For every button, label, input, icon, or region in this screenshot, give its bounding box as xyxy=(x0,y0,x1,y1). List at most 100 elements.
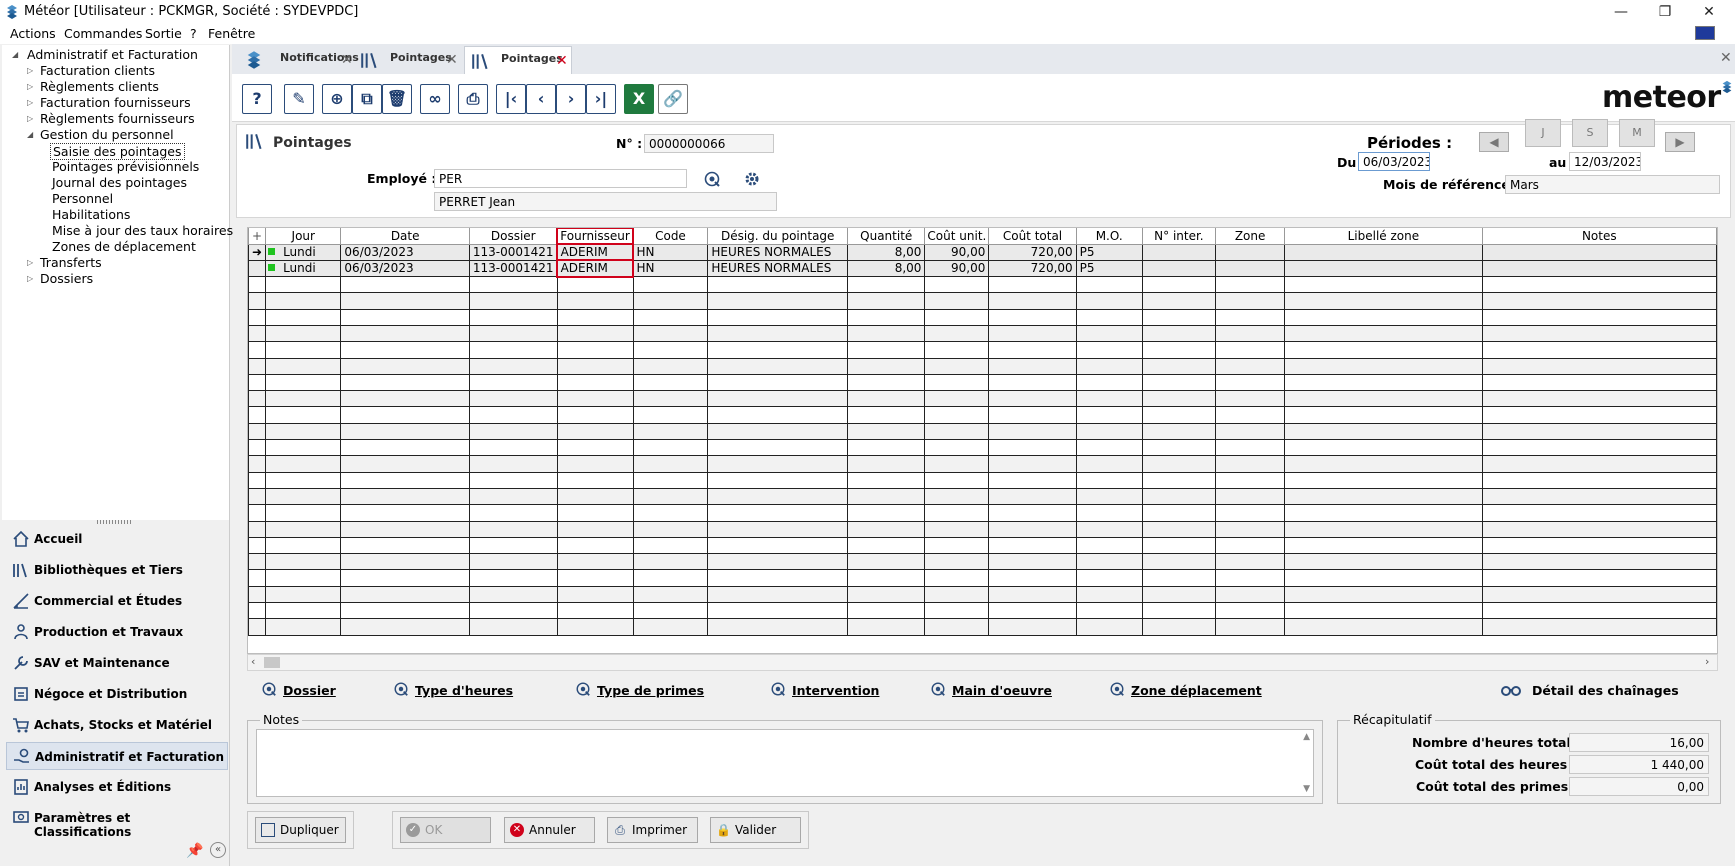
table-cell[interactable] xyxy=(988,374,1077,392)
table-cell[interactable] xyxy=(632,472,709,489)
table-cell[interactable] xyxy=(924,569,990,587)
table-cell[interactable] xyxy=(556,472,634,489)
nav-analyses[interactable]: Analyses et Éditions xyxy=(6,773,228,801)
table-cell[interactable] xyxy=(468,374,558,392)
table-cell[interactable] xyxy=(847,618,926,636)
table-cell[interactable] xyxy=(265,325,342,343)
annuler-button[interactable]: ✕ Annuler xyxy=(504,817,595,843)
table-cell[interactable] xyxy=(1215,276,1286,294)
table-cell[interactable] xyxy=(468,586,558,604)
table-cell[interactable] xyxy=(265,504,342,522)
table-cell[interactable] xyxy=(265,390,342,408)
table-cell[interactable] xyxy=(1075,618,1143,636)
table-cell[interactable] xyxy=(468,553,558,571)
table-cell[interactable] xyxy=(1481,260,1717,278)
table-cell[interactable] xyxy=(1284,292,1483,310)
row-selector[interactable] xyxy=(248,390,267,408)
table-cell[interactable] xyxy=(340,537,470,555)
table-cell[interactable] xyxy=(265,618,342,636)
row-selector[interactable] xyxy=(248,309,267,326)
row-selector[interactable] xyxy=(248,341,267,359)
row-selector[interactable] xyxy=(248,488,267,506)
table-cell[interactable] xyxy=(924,406,990,424)
table-cell[interactable] xyxy=(1075,276,1143,294)
table-cell[interactable] xyxy=(1075,569,1143,587)
table-cell[interactable] xyxy=(1215,260,1286,278)
table-cell[interactable] xyxy=(1141,455,1217,473)
last-record-button[interactable]: ›| xyxy=(586,84,616,114)
table-cell[interactable] xyxy=(924,488,990,506)
table-cell[interactable] xyxy=(988,472,1077,489)
table-cell[interactable] xyxy=(340,602,470,620)
collapse-triangle-icon[interactable]: ◢ xyxy=(12,50,18,59)
table-cell[interactable] xyxy=(924,553,990,571)
table-cell[interactable] xyxy=(556,423,634,441)
table-cell[interactable] xyxy=(632,406,709,424)
table-cell[interactable] xyxy=(1284,439,1483,457)
col-header[interactable]: Zone xyxy=(1215,228,1286,245)
table-cell[interactable] xyxy=(707,553,849,571)
date-debut-field[interactable]: 06/03/2023 xyxy=(1358,152,1430,171)
table-cell[interactable] xyxy=(707,292,849,310)
link-type-heures[interactable]: Type d'heures xyxy=(394,682,513,698)
table-cell[interactable] xyxy=(1481,569,1717,587)
table-cell[interactable] xyxy=(265,537,342,555)
table-cell[interactable] xyxy=(924,341,990,359)
table-cell[interactable] xyxy=(468,504,558,522)
document-link-button[interactable]: 🔗 xyxy=(658,84,688,114)
row-selector[interactable] xyxy=(248,374,267,392)
table-cell[interactable] xyxy=(265,358,342,375)
link-zone-deplacement[interactable]: Zone déplacement xyxy=(1110,682,1262,698)
table-cell[interactable] xyxy=(556,455,634,473)
table-cell[interactable] xyxy=(707,455,849,473)
table-cell[interactable] xyxy=(1215,325,1286,343)
table-cell[interactable] xyxy=(847,276,926,294)
table-cell[interactable] xyxy=(1141,244,1217,261)
table-cell[interactable] xyxy=(988,618,1077,636)
table-cell[interactable] xyxy=(556,390,634,408)
menu-sortie[interactable]: Sortie xyxy=(145,26,182,41)
col-header[interactable]: M.O. xyxy=(1075,228,1143,245)
table-cell[interactable] xyxy=(847,292,926,310)
table-cell[interactable] xyxy=(707,309,849,326)
col-header[interactable]: Coût total xyxy=(988,228,1077,245)
table-cell[interactable] xyxy=(340,521,470,538)
table-cell[interactable] xyxy=(1215,455,1286,473)
table-cell[interactable] xyxy=(707,602,849,620)
table-cell[interactable]: HEURES NORMALES xyxy=(707,244,849,261)
table-cell[interactable] xyxy=(1284,586,1483,604)
table-cell[interactable] xyxy=(707,358,849,375)
table-cell[interactable] xyxy=(1075,472,1143,489)
lookup-icon[interactable] xyxy=(703,170,721,188)
table-cell[interactable] xyxy=(1215,537,1286,555)
search-binoculars-button[interactable]: ∞ xyxy=(420,84,450,114)
previous-record-button[interactable]: ‹ xyxy=(526,84,556,114)
table-cell[interactable] xyxy=(924,455,990,473)
table-cell[interactable] xyxy=(340,358,470,375)
table-cell[interactable] xyxy=(988,602,1077,620)
table-cell[interactable] xyxy=(265,569,342,587)
table-cell[interactable] xyxy=(632,504,709,522)
table-cell[interactable] xyxy=(924,374,990,392)
table-cell[interactable] xyxy=(847,309,926,326)
table-cell[interactable] xyxy=(1284,553,1483,571)
table-cell[interactable] xyxy=(1075,292,1143,310)
table-cell[interactable] xyxy=(468,325,558,343)
table-cell[interactable] xyxy=(847,602,926,620)
row-selector[interactable] xyxy=(248,521,267,538)
table-cell[interactable]: ADERIM xyxy=(556,242,635,262)
expand-triangle-icon[interactable]: ▷ xyxy=(27,114,33,123)
table-cell[interactable] xyxy=(1215,472,1286,489)
table-cell[interactable] xyxy=(707,569,849,587)
tab-pointages-1[interactable]: Pointages ✕ xyxy=(354,46,462,74)
table-row[interactable] xyxy=(248,553,1717,571)
table-cell[interactable] xyxy=(1141,569,1217,587)
table-cell[interactable] xyxy=(988,586,1077,604)
scroll-up-icon[interactable]: ▲ xyxy=(1303,732,1310,742)
table-cell[interactable] xyxy=(468,569,558,587)
table-cell[interactable] xyxy=(1481,618,1717,636)
expand-triangle-icon[interactable]: ▷ xyxy=(27,98,33,107)
table-cell[interactable] xyxy=(1141,390,1217,408)
table-cell[interactable] xyxy=(632,374,709,392)
table-cell[interactable] xyxy=(707,586,849,604)
